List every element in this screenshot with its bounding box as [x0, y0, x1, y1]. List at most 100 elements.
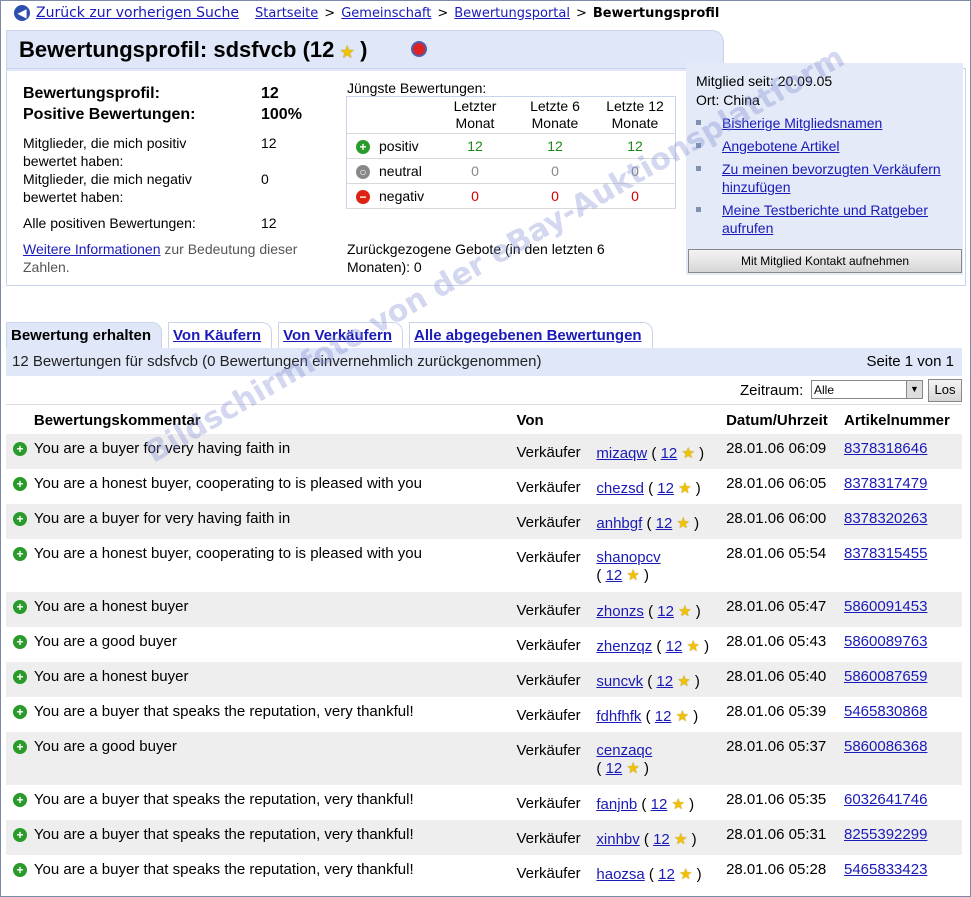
user-link[interactable]: suncvk	[596, 673, 643, 690]
col-last-month: Letzter Monat	[435, 96, 515, 134]
breadcrumb-startseite[interactable]: Startseite	[255, 6, 318, 21]
item-number-link[interactable]: 8378318646	[844, 440, 927, 457]
user-link[interactable]: xinhbv	[596, 831, 639, 848]
feedback-date: 28.01.06 06:09	[726, 434, 844, 469]
neutral-icon: ○	[356, 165, 370, 179]
feedback-tabs: Bewertung erhalten Von Käufern Von Verkä…	[6, 322, 659, 348]
user-score-link[interactable]: 12	[656, 515, 673, 532]
feedback-comment: You are a buyer that speaks the reputati…	[33, 820, 517, 855]
member-links: Bisherige Mitgliedsnamen Angebotene Arti…	[694, 114, 962, 242]
tab-received[interactable]: Bewertung erhalten	[6, 322, 163, 348]
tab-from-sellers[interactable]: Von Verkäufern	[278, 322, 404, 348]
col-last-12-months: Letzte 12 Monate	[595, 96, 676, 134]
star-icon: ★	[340, 44, 354, 61]
feedback-date: 28.01.06 05:37	[726, 732, 844, 785]
breadcrumb: ◀ Zurück zur vorherigen Suche Startseite…	[14, 2, 719, 24]
user-score-link[interactable]: 12	[655, 708, 672, 725]
item-number-link[interactable]: 5860086368	[844, 738, 927, 755]
breadcrumb-separator: >	[575, 5, 587, 21]
item-number-link[interactable]: 5860091453	[844, 598, 927, 615]
feedback-comment: You are a good buyer	[33, 633, 177, 650]
pos-members-label: Mitglieder, die mich positiv bewertet ha…	[23, 135, 187, 169]
item-number-link[interactable]: 5860087659	[844, 668, 927, 685]
user-score-link[interactable]: 12	[666, 638, 683, 655]
breadcrumb-separator: >	[437, 5, 449, 21]
tab-all-given[interactable]: Alle abgegebenen Bewertungen	[409, 322, 653, 348]
item-number-link[interactable]: 5465830868	[844, 703, 927, 720]
pos-members-value: 12	[261, 135, 277, 151]
feedback-comment: You are a buyer that speaks the reputati…	[33, 703, 414, 720]
star-icon: ★	[626, 760, 640, 777]
item-number-link[interactable]: 5465833423	[844, 861, 927, 878]
profile-label: Bewertungsprofil:	[23, 85, 160, 102]
user-link[interactable]: fanjnb	[596, 796, 637, 813]
user-link[interactable]: zhonzs	[596, 603, 644, 620]
positive-icon: +	[12, 705, 27, 719]
more-info: Weitere Informationen zur Bedeutung dies…	[23, 241, 298, 275]
neg-members-label: Mitglieder, die mich negativ bewertet ha…	[23, 171, 192, 205]
add-favorite-seller-link[interactable]: Zu meinen bevorzugten Verkäufern hinzufü…	[722, 161, 941, 195]
item-number-link[interactable]: 8378320263	[844, 510, 927, 527]
feedback-role: Verkäufer	[516, 820, 597, 855]
breadcrumb-gemeinschaft[interactable]: Gemeinschaft	[341, 6, 431, 21]
user-link[interactable]: anhbgf	[596, 515, 642, 532]
user-link[interactable]: shanopcv	[596, 549, 660, 566]
list-item: Meine Testberichte und Ratgeber aufrufen	[694, 201, 962, 237]
star-icon: ★	[671, 796, 685, 813]
tab-from-buyers[interactable]: Von Käufern	[168, 322, 273, 348]
me-page-icon[interactable]	[411, 41, 427, 57]
star-icon: ★	[678, 866, 693, 883]
contact-member-button[interactable]: Mit Mitglied Kontakt aufnehmen	[688, 249, 962, 273]
user-link[interactable]: haozsa	[596, 866, 644, 883]
breadcrumb-bewertungsportal[interactable]: Bewertungsportal	[454, 6, 570, 21]
table-row: + You are a good buyer Verkäufer cenzaqc ( …	[6, 732, 962, 785]
user-score-link[interactable]: 12	[656, 673, 673, 690]
recent-row-positive: + positiv 12 12 12	[346, 133, 676, 159]
title-bar: Bewertungsprofil: sdsfvcb (12 ★ )	[6, 30, 724, 71]
feedback-comment: You are a buyer for very having faith in	[33, 504, 517, 539]
item-number-link[interactable]: 8378317479	[844, 475, 927, 492]
table-row: + You are a good buyer Verkäufer zhenzqz ( …	[6, 627, 962, 662]
user-score-link[interactable]: 12	[658, 866, 675, 883]
item-number-link[interactable]: 6032641746	[844, 791, 927, 808]
user-score-link[interactable]: 12	[657, 480, 674, 497]
feedback-comment: You are a buyer that speaks the reputati…	[33, 861, 414, 878]
all-positive-value: 12	[261, 215, 277, 231]
user-score-link[interactable]: 12	[606, 760, 623, 777]
user-link[interactable]: zhenzqz	[596, 638, 652, 655]
feedback-comment: You are a honest buyer, cooperating to i…	[33, 475, 422, 492]
previous-names-link[interactable]: Bisherige Mitgliedsnamen	[722, 115, 882, 131]
user-link[interactable]: mizaqw	[596, 445, 647, 462]
user-link[interactable]: chezsd	[596, 480, 644, 497]
reviews-guides-link[interactable]: Meine Testberichte und Ratgeber aufrufen	[722, 202, 928, 236]
feedback-role: Verkäufer	[516, 662, 597, 697]
period-select[interactable]: Alle ▼	[811, 380, 923, 399]
table-row: + You are a buyer that speaks the reputat…	[6, 785, 962, 820]
user-score-link[interactable]: 12	[606, 567, 623, 584]
item-number-link[interactable]: 8378315455	[844, 545, 927, 562]
member-info-box: Mitglied seit: 20.09.05 Ort: China Bishe…	[686, 63, 963, 275]
item-number-link[interactable]: 5860089763	[844, 633, 927, 650]
star-icon: ★	[676, 515, 690, 532]
period-filter: Zeitraum: Alle ▼ Los	[6, 376, 962, 405]
item-number-link[interactable]: 8255392299	[844, 826, 927, 843]
back-arrow-icon[interactable]: ◀	[14, 5, 30, 21]
user-score-link[interactable]: 12	[661, 445, 678, 462]
offered-items-link[interactable]: Angebotene Artikel	[722, 138, 840, 154]
user-link[interactable]: cenzaqc	[596, 742, 652, 759]
feedback-role: Verkäufer	[516, 549, 581, 566]
user-link[interactable]: fdhfhfk	[596, 708, 641, 725]
feedback-comment: You are a honest buyer, cooperating to i…	[33, 545, 422, 562]
back-to-search-link[interactable]: Zurück zur vorherigen Suche	[36, 5, 239, 21]
recent-heading: Jüngste Bewertungen:	[347, 80, 487, 96]
chevron-down-icon[interactable]: ▼	[906, 381, 922, 398]
breadcrumb-current: Bewertungsprofil	[592, 5, 720, 21]
list-item: Angebotene Artikel	[694, 137, 962, 155]
user-score-link[interactable]: 12	[657, 603, 674, 620]
go-button[interactable]: Los	[928, 379, 962, 402]
user-score-link[interactable]: 12	[651, 796, 668, 813]
user-score-link[interactable]: 12	[653, 831, 670, 848]
positive-value: 100%	[261, 106, 302, 123]
more-info-link[interactable]: Weitere Informationen	[23, 241, 160, 257]
table-row: + You are a honest buyer Verkäufer suncvk (…	[6, 662, 962, 697]
